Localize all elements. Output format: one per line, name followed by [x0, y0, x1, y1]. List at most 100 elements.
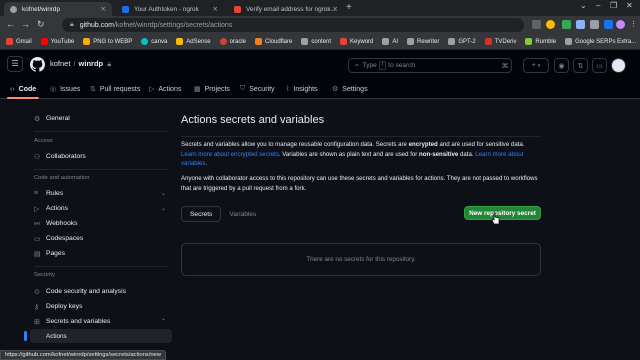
- sidebar-item-collaborators[interactable]: ⚇ Collaborators: [30, 150, 172, 163]
- forward-icon[interactable]: →: [21, 18, 30, 31]
- sidebar-item-rules[interactable]: ≡ Rules ⌄: [30, 187, 172, 200]
- sidebar-divider: [34, 169, 168, 170]
- repo-link[interactable]: winrdp: [79, 59, 104, 68]
- tab-search-icon[interactable]: ⌄: [580, 1, 587, 10]
- gmail-icon: [6, 38, 13, 45]
- title-divider: [181, 136, 541, 137]
- rules-icon: ≡: [34, 190, 39, 197]
- converter-icon: [83, 38, 91, 45]
- extension-icon[interactable]: [562, 20, 571, 29]
- kebab-menu-icon[interactable]: ⋮: [630, 18, 637, 31]
- sidebar-icon[interactable]: [604, 20, 613, 29]
- browser-icon: ▤: [34, 250, 41, 258]
- close-tab-icon[interactable]: ✕: [213, 5, 218, 13]
- sidebar-item-webhooks[interactable]: ⚯ Webhooks: [30, 217, 172, 230]
- user-avatar[interactable]: [611, 58, 626, 73]
- encrypted-secrets-link[interactable]: Learn more about encrypted secrets: [181, 151, 279, 158]
- github-logo-icon[interactable]: [30, 57, 45, 72]
- bookmark-star-icon[interactable]: [546, 20, 555, 29]
- bookmark-gmail[interactable]: Gmail: [6, 38, 32, 45]
- bookmark-gpt2[interactable]: GPT-2: [448, 38, 476, 45]
- tab-actions[interactable]: ▷ Actions: [149, 79, 181, 99]
- code-icon: ‹›: [10, 85, 15, 93]
- empty-message-text: There are no secrets for this repository…: [306, 256, 416, 263]
- sidebar-item-actions[interactable]: ▷ Actions ⌄: [30, 202, 172, 215]
- tab-projects[interactable]: ▦ Projects: [194, 79, 230, 99]
- bookmark-canva[interactable]: canva: [141, 38, 167, 45]
- hamburger-menu-icon[interactable]: ☰: [7, 56, 23, 72]
- issues-icon[interactable]: ◉: [554, 58, 569, 73]
- share-icon[interactable]: [532, 20, 541, 29]
- intro-text: .: [205, 160, 208, 167]
- bookmark-png-to-webp[interactable]: PNG to WEBP: [83, 38, 132, 45]
- sidebar-item-secrets-variables[interactable]: ⊞ Secrets and variables ⌃: [30, 315, 172, 328]
- minimize-icon[interactable]: –: [596, 1, 600, 10]
- page-title: Actions secrets and variables: [181, 114, 325, 126]
- tab-title: Verify email address for ngrok...: [246, 5, 336, 13]
- sidebar-item-general[interactable]: ⚙ General: [30, 112, 172, 125]
- bookmark-cloudflare[interactable]: Cloudflare: [254, 38, 292, 45]
- tab-issues[interactable]: ◎ Issues: [50, 79, 80, 99]
- command-palette-icon[interactable]: ⌘: [498, 58, 512, 73]
- sidebar-item-code-security[interactable]: ⊙ Code security and analysis: [30, 285, 172, 298]
- close-tab-icon[interactable]: ✕: [333, 5, 338, 13]
- lock-icon: 🔒︎: [70, 21, 74, 28]
- graph-icon: ⌇: [286, 86, 290, 93]
- ngrok-favicon-icon: [122, 5, 129, 13]
- sidebar-item-label: Deploy keys: [46, 303, 83, 310]
- sidebar-item-pages[interactable]: ▤ Pages: [30, 247, 172, 260]
- browser-tab-ngrok[interactable]: Your Authtoken - ngrok ✕: [116, 2, 224, 16]
- extension-icon[interactable]: [576, 20, 585, 29]
- bookmark-tvderiv[interactable]: TVDeriv: [484, 38, 517, 45]
- reload-icon[interactable]: ↻: [37, 18, 45, 31]
- bookmark-rewriter[interactable]: Rewriter: [407, 38, 439, 45]
- profile-avatar-icon[interactable]: [616, 20, 625, 29]
- bookmark-label: TVDeriv: [494, 38, 517, 45]
- bookmark-oracle[interactable]: oracle: [219, 38, 246, 45]
- tab-secrets[interactable]: Secrets: [181, 206, 222, 222]
- close-tab-icon[interactable]: ✕: [101, 5, 106, 13]
- back-icon[interactable]: ←: [6, 18, 15, 31]
- tab-variables[interactable]: Variables: [221, 206, 264, 222]
- bookmark-serps[interactable]: Google SERPs Extra...: [565, 38, 636, 45]
- search-input[interactable]: ⌕ Type / to search: [348, 58, 512, 73]
- close-window-icon[interactable]: ✕: [626, 1, 633, 10]
- bookmark-content[interactable]: content: [301, 38, 331, 45]
- tab-code[interactable]: ‹› Code: [6, 79, 40, 99]
- bookmark-label: PNG to WEBP: [93, 38, 133, 45]
- tab-settings[interactable]: ⚙ Settings: [332, 79, 368, 99]
- bookmark-label: Rumble: [535, 38, 557, 45]
- new-repository-secret-button[interactable]: New repository secret: [464, 206, 541, 220]
- search-icon: ⌕: [355, 61, 359, 69]
- address-bar[interactable]: 🔒︎ github.com/kofnet/winrdp/settings/sec…: [62, 18, 524, 32]
- puzzle-icon[interactable]: [590, 20, 599, 29]
- bookmark-youtube[interactable]: YouTube: [40, 38, 74, 45]
- empty-secrets-message: There are no secrets for this repository…: [181, 243, 541, 276]
- owner-link[interactable]: kofnet: [50, 59, 70, 68]
- inbox-icon[interactable]: ▭: [592, 58, 607, 73]
- codescan-icon: ⊙: [34, 288, 40, 296]
- sidebar-item-deploy-keys[interactable]: ⚷ Deploy keys: [30, 300, 172, 313]
- sidebar-heading-security: Security: [34, 272, 55, 278]
- path-separator: /: [73, 59, 76, 68]
- create-new-button[interactable]: + ▾: [523, 58, 549, 73]
- sidebar-item-codespaces[interactable]: ▭ Codespaces: [30, 232, 172, 245]
- bookmark-label: Rewriter: [417, 38, 440, 45]
- bookmark-label: GPT-2: [458, 38, 476, 45]
- browser-tab-strip: kofnet/winrdp ✕ Your Authtoken - ngrok ✕…: [0, 0, 640, 16]
- maximize-icon[interactable]: ❐: [610, 1, 617, 10]
- bookmark-ai[interactable]: AI: [382, 38, 398, 45]
- browser-tab-github[interactable]: kofnet/winrdp ✕: [4, 2, 112, 16]
- url-path: /kofnet/winrdp/settings/secrets/actions: [113, 21, 233, 29]
- tab-pull-requests[interactable]: ⇅ Pull requests: [90, 79, 140, 99]
- pull-requests-icon[interactable]: ⇅: [573, 58, 588, 73]
- tab-insights[interactable]: ⌇ Insights: [286, 79, 318, 99]
- bookmark-adsense[interactable]: AdSense: [176, 38, 211, 45]
- sidebar-subitem-actions[interactable]: Actions: [24, 329, 172, 343]
- bookmark-rumble[interactable]: Rumble: [525, 38, 556, 45]
- tab-security[interactable]: ⛉ Security: [240, 79, 275, 99]
- bookmark-keyword[interactable]: Keyword: [340, 38, 373, 45]
- new-tab-icon[interactable]: +: [346, 2, 352, 14]
- browser-tab-gmail[interactable]: Verify email address for ngrok... ✕: [228, 2, 344, 16]
- search-shortcut-key: /: [378, 61, 387, 70]
